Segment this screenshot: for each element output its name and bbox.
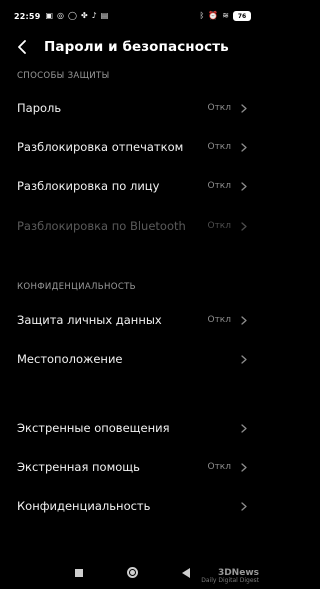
bluetooth-icon: ᛒ	[199, 11, 205, 20]
instagram-icon: ◎	[57, 11, 65, 20]
watermark: 3DNews Daily Digital Digest	[201, 568, 259, 585]
home-icon[interactable]	[127, 567, 138, 578]
chevron-right-icon	[241, 221, 247, 231]
music-icon: ♪	[91, 11, 97, 20]
settings-item-privacy-protection[interactable]: Защита личных данных Откл	[0, 301, 265, 339]
settings-item-label: Разблокировка по Bluetooth	[17, 219, 186, 233]
chevron-right-icon	[241, 103, 247, 113]
recents-icon[interactable]	[75, 568, 83, 577]
settings-item-location[interactable]: Местоположение	[0, 340, 265, 378]
photo-icon: ▤	[100, 11, 109, 20]
status-icons-right: ᛒ ⏰ ≋ 76	[200, 11, 251, 21]
chevron-right-icon	[241, 354, 247, 364]
settings-item-fingerprint-unlock[interactable]: Разблокировка отпечатком Откл	[0, 128, 265, 166]
chevron-left-icon	[18, 40, 26, 54]
section-title-privacy: КОНФИДЕНЦИАЛЬНОСТЬ	[17, 282, 136, 292]
chevron-right-icon	[241, 501, 247, 511]
status-time: 22:59	[14, 11, 41, 21]
settings-item-password[interactable]: Пароль Откл	[0, 89, 265, 127]
page-title: Пароли и безопасность	[44, 39, 229, 55]
chevron-right-icon	[241, 462, 247, 472]
wifi-icon: ≋	[222, 11, 229, 20]
status-icons-left: ▣ ◎ ◯ ✤ ♪ ▤	[45, 12, 108, 20]
status-bar: 22:59 ▣ ◎ ◯ ✤ ♪ ▤ ᛒ ⏰ ≋ 76	[0, 0, 265, 32]
settings-item-label: Экстренные оповещения	[17, 421, 170, 435]
battery-icon: 76	[233, 11, 251, 21]
section-title-protection: СПОСОБЫ ЗАЩИТЫ	[17, 71, 110, 81]
header: Пароли и безопасность	[0, 32, 265, 62]
settings-item-label: Конфиденциальность	[17, 499, 151, 513]
settings-item-value: Откл	[207, 103, 231, 113]
chevron-right-icon	[241, 315, 247, 325]
settings-item-label: Пароль	[17, 101, 62, 115]
settings-item-confidentiality[interactable]: Конфиденциальность	[0, 487, 265, 525]
back-button[interactable]	[0, 32, 44, 62]
settings-item-label: Разблокировка отпечатком	[17, 140, 184, 154]
chevron-right-icon	[241, 181, 247, 191]
game-icon: ✤	[80, 11, 88, 20]
settings-item-label: Защита личных данных	[17, 313, 162, 327]
whatsapp-icon: ◯	[68, 11, 77, 20]
settings-item-label: Экстренная помощь	[17, 460, 140, 474]
chevron-right-icon	[241, 142, 247, 152]
alarm-icon: ⏰	[208, 11, 219, 20]
settings-item-label: Разблокировка по лицу	[17, 179, 160, 193]
settings-item-value: Откл	[207, 462, 231, 472]
settings-item-value: Откл	[207, 181, 231, 191]
settings-item-bluetooth-unlock[interactable]: Разблокировка по Bluetooth Откл	[0, 207, 265, 245]
watermark-tagline: Daily Digital Digest	[201, 577, 259, 585]
settings-item-value: Откл	[207, 221, 231, 231]
settings-item-value: Откл	[207, 315, 231, 325]
settings-item-value: Откл	[207, 142, 231, 152]
settings-item-emergency-alerts[interactable]: Экстренные оповещения	[0, 409, 265, 447]
back-icon[interactable]	[182, 567, 190, 578]
settings-item-emergency-help[interactable]: Экстренная помощь Откл	[0, 448, 265, 486]
chevron-right-icon	[241, 423, 247, 433]
settings-item-label: Местоположение	[17, 352, 123, 366]
notification-icon: ▣	[45, 11, 54, 20]
settings-item-face-unlock[interactable]: Разблокировка по лицу Откл	[0, 167, 265, 205]
